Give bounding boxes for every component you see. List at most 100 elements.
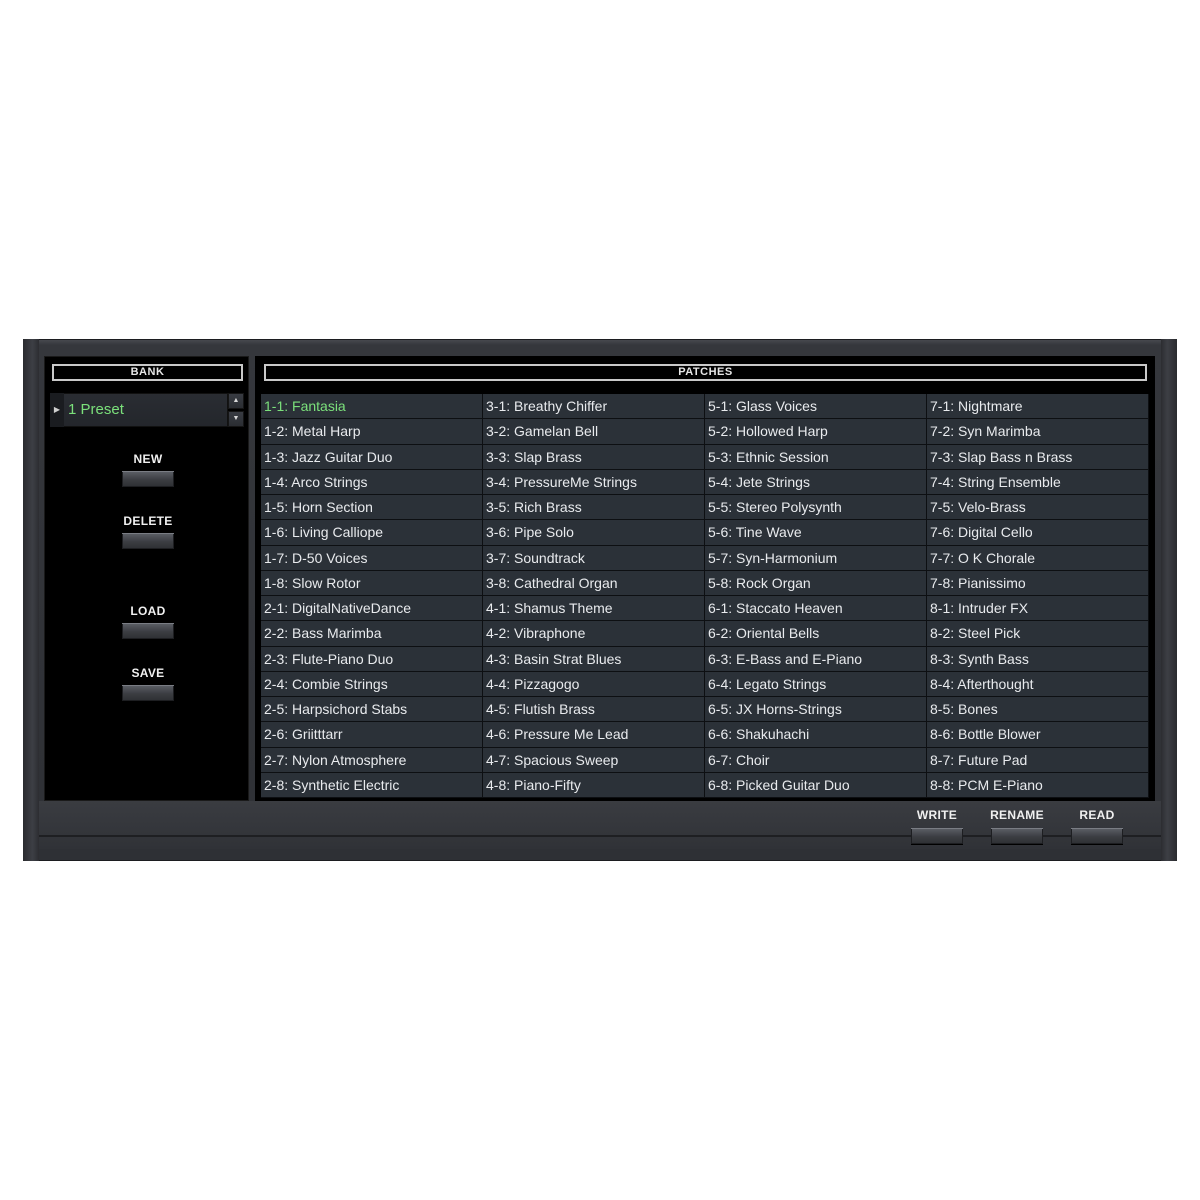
stage: BANK ▶ 1 Preset ▲ ▼ NEW DELETE LOAD SAVE… (0, 0, 1200, 1200)
patch-item[interactable]: 4-2: Vibraphone (483, 621, 704, 646)
write-button-cap[interactable] (911, 828, 963, 844)
patch-item[interactable]: 5-4: Jete Strings (705, 469, 926, 494)
patch-item[interactable]: 7-5: Velo-Brass (927, 495, 1148, 520)
write-button[interactable]: WRITE (909, 808, 965, 844)
delete-button-cap[interactable] (122, 533, 174, 549)
patch-item[interactable]: 6-5: JX Horns-Strings (705, 697, 926, 722)
patch-item[interactable]: 1-4: Arco Strings (261, 469, 482, 494)
patch-item[interactable]: 8-5: Bones (927, 697, 1148, 722)
patch-item[interactable]: 5-7: Syn-Harmonium (705, 545, 926, 570)
patch-item[interactable]: 4-6: Pressure Me Lead (483, 722, 704, 747)
patch-item[interactable]: 5-3: Ethnic Session (705, 444, 926, 469)
patch-item[interactable]: 8-2: Steel Pick (927, 621, 1148, 646)
patch-item[interactable]: 3-3: Slap Brass (483, 444, 704, 469)
save-button[interactable]: SAVE (100, 666, 196, 701)
load-button-cap[interactable] (122, 623, 174, 639)
patch-item[interactable]: 3-4: PressureMe Strings (483, 469, 704, 494)
bank-down-button[interactable]: ▼ (228, 411, 244, 427)
rename-button-cap[interactable] (991, 828, 1043, 844)
new-button-cap[interactable] (122, 471, 174, 487)
patch-item[interactable]: 1-3: Jazz Guitar Duo (261, 444, 482, 469)
read-button-label: READ (1079, 808, 1115, 822)
patch-item[interactable]: 3-7: Soundtrack (483, 545, 704, 570)
patch-item[interactable]: 1-2: Metal Harp (261, 419, 482, 444)
patch-item[interactable]: 7-7: O K Chorale (927, 545, 1148, 570)
patch-item[interactable]: 7-1: Nightmare (927, 394, 1148, 419)
patches-panel: PATCHES 1-1: Fantasia 3-1: Breathy Chiffe… (255, 356, 1155, 801)
rename-button[interactable]: RENAME (989, 808, 1045, 844)
patch-item[interactable]: 6-4: Legato Strings (705, 671, 926, 696)
patch-item[interactable]: 6-3: E-Bass and E-Piano (705, 646, 926, 671)
patch-item[interactable]: 4-3: Basin Strat Blues (483, 646, 704, 671)
patch-item[interactable]: 2-4: Combie Strings (261, 671, 482, 696)
load-button-label: LOAD (130, 604, 166, 618)
new-button[interactable]: NEW (100, 452, 196, 487)
patch-item[interactable]: 2-7: Nylon Atmosphere (261, 747, 482, 772)
patch-item[interactable]: 6-2: Oriental Bells (705, 621, 926, 646)
left-rail (23, 339, 39, 861)
patch-item[interactable]: 5-2: Hollowed Harp (705, 419, 926, 444)
bank-up-button[interactable]: ▲ (228, 393, 244, 409)
patch-item[interactable]: 4-5: Flutish Brass (483, 697, 704, 722)
patch-grid: 1-1: Fantasia 3-1: Breathy Chiffer 5-1: Gl… (261, 394, 1149, 798)
patch-item[interactable]: 6-8: Picked Guitar Duo (705, 772, 926, 797)
patch-item[interactable]: 6-1: Staccato Heaven (705, 596, 926, 621)
patch-item[interactable]: 4-7: Spacious Sweep (483, 747, 704, 772)
bank-panel: BANK ▶ 1 Preset ▲ ▼ NEW DELETE LOAD SAVE (44, 356, 249, 801)
bank-selector[interactable]: ▶ 1 Preset (50, 393, 228, 427)
patch-item[interactable]: 4-8: Piano-Fifty (483, 772, 704, 797)
patch-librarian-window: BANK ▶ 1 Preset ▲ ▼ NEW DELETE LOAD SAVE… (23, 339, 1177, 861)
patch-item[interactable]: 8-4: Afterthought (927, 671, 1148, 696)
patch-item[interactable]: 2-3: Flute-Piano Duo (261, 646, 482, 671)
load-button[interactable]: LOAD (100, 604, 196, 639)
patch-item[interactable]: 1-7: D-50 Voices (261, 545, 482, 570)
patch-item[interactable]: 8-6: Bottle Blower (927, 722, 1148, 747)
delete-button-label: DELETE (123, 514, 173, 528)
patch-item[interactable]: 4-1: Shamus Theme (483, 596, 704, 621)
patch-item[interactable]: 7-6: Digital Cello (927, 520, 1148, 545)
read-button[interactable]: READ (1069, 808, 1125, 844)
patch-item[interactable]: 8-1: Intruder FX (927, 596, 1148, 621)
triangle-down-icon: ▼ (232, 415, 240, 422)
rename-button-label: RENAME (990, 808, 1044, 822)
read-button-cap[interactable] (1071, 828, 1123, 844)
patch-item[interactable]: 1-8: Slow Rotor (261, 570, 482, 595)
right-rail (1161, 339, 1177, 861)
patch-item[interactable]: 5-5: Stereo Polysynth (705, 495, 926, 520)
new-button-label: NEW (133, 452, 163, 466)
patch-item[interactable]: 6-7: Choir (705, 747, 926, 772)
bank-selected-value: 1 Preset (68, 401, 124, 418)
delete-button[interactable]: DELETE (100, 514, 196, 549)
patch-item[interactable]: 2-2: Bass Marimba (261, 621, 482, 646)
write-button-label: WRITE (916, 808, 958, 822)
patch-item[interactable]: 5-6: Tine Wave (705, 520, 926, 545)
patch-item[interactable]: 3-2: Gamelan Bell (483, 419, 704, 444)
patch-item[interactable]: 1-1: Fantasia (261, 394, 482, 419)
patch-item[interactable]: 3-6: Pipe Solo (483, 520, 704, 545)
patch-item[interactable]: 7-8: Pianissimo (927, 570, 1148, 595)
patch-item[interactable]: 8-3: Synth Bass (927, 646, 1148, 671)
patch-item[interactable]: 3-8: Cathedral Organ (483, 570, 704, 595)
patch-item[interactable]: 8-8: PCM E-Piano (927, 772, 1148, 797)
patches-title: PATCHES (264, 364, 1147, 381)
patch-item[interactable]: 7-2: Syn Marimba (927, 419, 1148, 444)
patch-item[interactable]: 2-6: Griitttarr (261, 722, 482, 747)
patch-item[interactable]: 5-8: Rock Organ (705, 570, 926, 595)
bank-stepper: ▲ ▼ (228, 393, 244, 427)
patch-item[interactable]: 1-5: Horn Section (261, 495, 482, 520)
patch-item[interactable]: 3-5: Rich Brass (483, 495, 704, 520)
patch-item[interactable]: 2-8: Synthetic Electric (261, 772, 482, 797)
patch-item[interactable]: 2-5: Harpsichord Stabs (261, 697, 482, 722)
patch-item[interactable]: 2-1: DigitalNativeDance (261, 596, 482, 621)
patch-item[interactable]: 1-6: Living Calliope (261, 520, 482, 545)
patch-item[interactable]: 3-1: Breathy Chiffer (483, 394, 704, 419)
save-button-label: SAVE (131, 666, 165, 680)
patch-item[interactable]: 8-7: Future Pad (927, 747, 1148, 772)
patch-item[interactable]: 4-4: Pizzagogo (483, 671, 704, 696)
patch-item[interactable]: 5-1: Glass Voices (705, 394, 926, 419)
patch-item[interactable]: 6-6: Shakuhachi (705, 722, 926, 747)
bank-title: BANK (52, 364, 243, 381)
patch-item[interactable]: 7-4: String Ensemble (927, 469, 1148, 494)
save-button-cap[interactable] (122, 685, 174, 701)
patch-item[interactable]: 7-3: Slap Bass n Brass (927, 444, 1148, 469)
